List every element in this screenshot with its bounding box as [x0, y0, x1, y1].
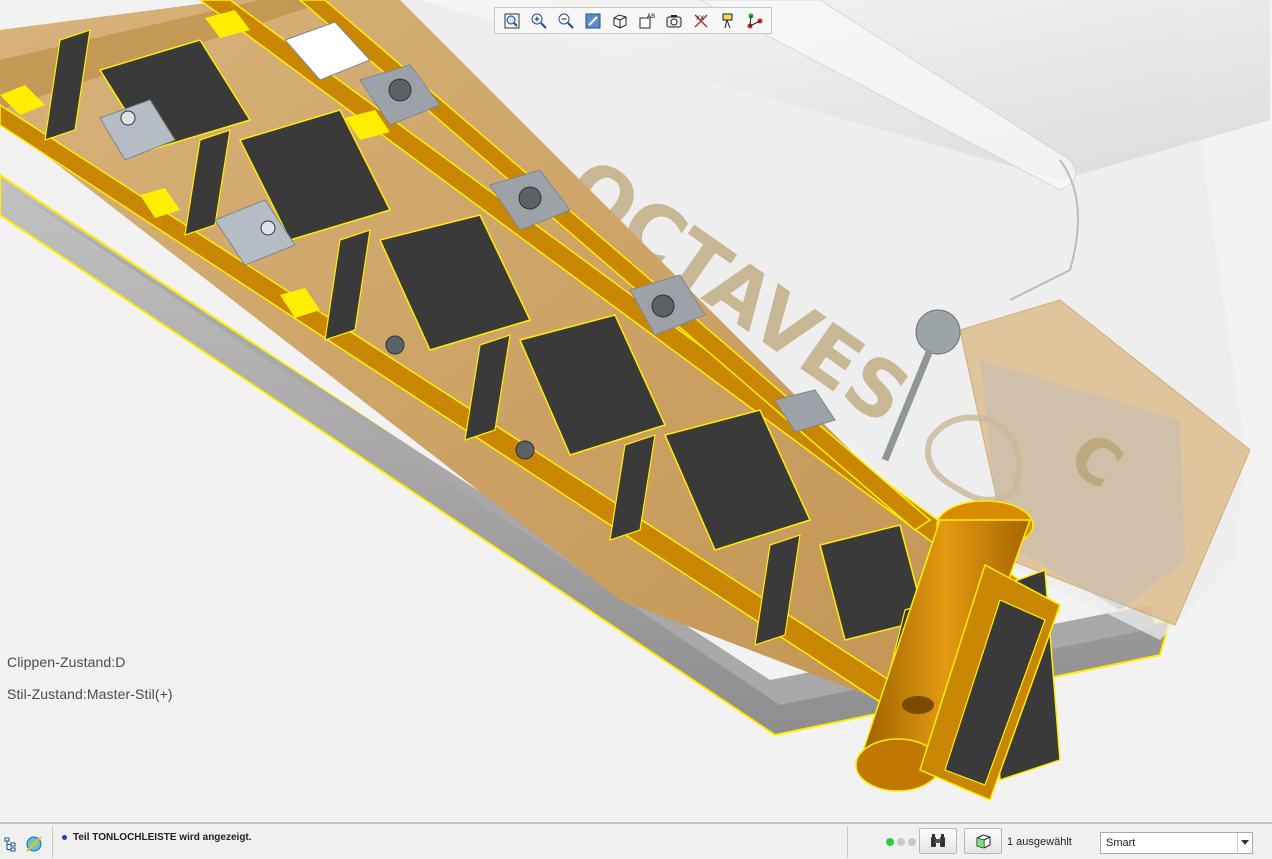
view-manager-button[interactable] — [661, 9, 686, 32]
status-bar: Teil TONLOCHLEISTE wird angezeigt. 1 aus… — [0, 822, 1272, 859]
chevron-down-icon[interactable] — [1237, 833, 1252, 853]
view-manager-icon — [666, 14, 681, 27]
display-style-button[interactable] — [607, 9, 632, 32]
view-toolbar: AB XX — [494, 7, 772, 34]
selection-filter-button[interactable] — [964, 828, 1002, 854]
find-button[interactable] — [919, 828, 957, 854]
repaint-icon — [585, 13, 600, 28]
selection-filter-value: Smart — [1106, 837, 1136, 849]
selection-count: 1 ausgewählt — [1007, 836, 1072, 848]
datum-display-icon: XX — [693, 13, 708, 28]
model-tree-toggle[interactable] — [1, 834, 21, 854]
browser-toggle[interactable] — [24, 834, 44, 854]
browser-globe-icon — [26, 836, 42, 852]
zoom-out-button[interactable] — [553, 9, 578, 32]
spin-center-icon — [747, 13, 762, 28]
status-message: Teil TONLOCHLEISTE wird angezeigt. — [62, 832, 252, 843]
selected-part-icon — [976, 834, 991, 849]
style-state-label: Stil-Zustand:Master-Stil(+) — [7, 686, 173, 702]
regeneration-status — [886, 838, 916, 846]
saved-orientations-button[interactable]: AB — [634, 9, 659, 32]
saved-orientations-icon: AB — [639, 13, 655, 28]
repaint-button[interactable] — [580, 9, 605, 32]
selection-filter-dropdown[interactable]: Smart — [1100, 832, 1253, 854]
annotation-display-button[interactable] — [715, 9, 740, 32]
annotation-display-icon — [722, 13, 732, 28]
graphics-viewport[interactable]: OCTAVES C AB XX Clippen-Zustand:D Stil-Z… — [0, 0, 1272, 822]
status-message-text: Teil TONLOCHLEISTE wird angezeigt. — [73, 832, 252, 843]
statusbar-divider — [52, 826, 53, 858]
statusbar-divider — [847, 826, 848, 858]
refit-button[interactable] — [499, 9, 524, 32]
zoom-in-icon — [531, 13, 547, 29]
status-led-green — [886, 838, 894, 846]
refit-icon — [504, 13, 519, 28]
datum-display-button[interactable]: XX — [688, 9, 713, 32]
model-tree-icon — [4, 837, 16, 852]
clip-state-label: Clippen-Zustand:D — [7, 654, 126, 670]
display-style-icon — [613, 13, 626, 29]
status-led-grey — [908, 838, 916, 846]
binoculars-icon — [931, 834, 945, 847]
zoom-in-button[interactable] — [526, 9, 551, 32]
status-led-grey — [897, 838, 905, 846]
zoom-out-icon — [558, 13, 574, 29]
info-bullet-icon — [62, 835, 67, 840]
model-section-view[interactable]: OCTAVES C — [0, 0, 1272, 822]
svg-text:AB: AB — [647, 13, 655, 20]
spin-center-button[interactable] — [742, 9, 767, 32]
svg-text:XX: XX — [696, 15, 704, 22]
